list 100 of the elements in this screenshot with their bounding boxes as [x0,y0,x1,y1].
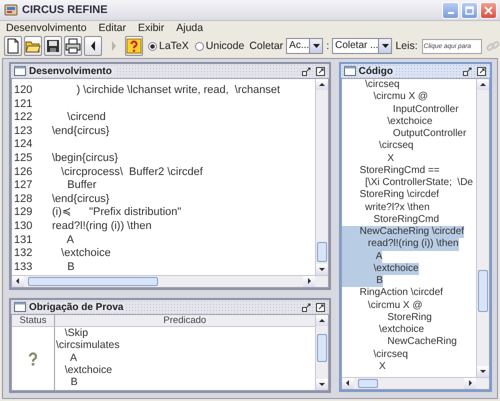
close-button[interactable] [480,2,497,18]
code-line: read?l!(ring (i)) \then [52,220,152,234]
line-number: 131 [13,234,34,248]
line-number: 128 [13,192,34,206]
dropdown[interactable]: Ac... [286,38,324,54]
maximize-icon [316,302,325,312]
code-line: \circmu X @ [366,300,423,312]
code-line: \circseq [364,79,400,92]
close-icon [484,6,493,14]
line-number: 132 [13,247,34,261]
code-line: A [66,234,74,248]
line-number: 125 [13,152,34,166]
code-line: InputController [392,104,459,116]
code-line: StoreRing \circdef [358,189,440,202]
code-line: \circprocess\ Buffer2 \circdef [60,166,203,180]
print-button[interactable] [64,36,82,56]
code-line: write?l?x \then [364,202,430,214]
line-number: 122 [13,111,34,125]
vertical-scrollbar[interactable] [314,315,328,390]
window-title: CIRCUS REFINE [22,4,109,16]
code-line: Buffer [66,179,96,193]
restore-button[interactable] [300,302,312,312]
help-button[interactable] [125,36,143,56]
panel-title: Código [358,66,396,76]
restore-icon [302,66,311,76]
maximize-icon [465,6,474,14]
save-button[interactable] [44,36,62,56]
code-line: StoreRingCmd [372,214,440,226]
line-number: 120 [13,84,34,98]
code-line: X [378,360,386,373]
code-line: \circseq [372,348,408,361]
vertical-scrollbar[interactable] [476,79,489,377]
vertical-scrollbar[interactable] [314,79,328,275]
code-line: StoreRingCmd == [358,164,440,177]
scrollbar-corner [476,377,489,389]
maximize-button[interactable] [314,302,326,312]
code-line: \extchoice [60,247,111,261]
panel-title: Obrigação de Prova [29,302,126,312]
line-number: 127 [13,179,34,193]
minimize-button[interactable] [442,2,459,18]
caret-icon [382,44,389,48]
restore-icon [302,302,311,312]
code-line: ) \circhide \lchanset write, read, \rchanset [75,84,280,98]
separator-label: : [326,40,330,52]
caret-icon [312,44,320,48]
radio-button[interactable]: Unicode [194,40,244,52]
menu-item[interactable]: Editar [98,22,126,34]
horizontal-scrollbar[interactable] [12,275,315,287]
line-number: 129 [13,206,34,220]
open-button[interactable] [24,36,42,56]
code-line: \end{circus} [52,192,110,206]
column-header[interactable]: Status [12,315,55,326]
restore-button[interactable] [300,66,312,76]
back-button[interactable] [84,36,102,56]
code-line: \begin{circus} [52,152,118,166]
panel-title: Desenvolvimento [29,66,115,76]
code-line: \extchoice [386,116,432,128]
maximize-button[interactable] [476,66,487,76]
printer-icon [65,38,81,54]
code-line: \circmu X @ [372,91,428,104]
window-icon [14,66,26,76]
laws-label: Leis: [395,40,418,52]
app-icon [4,3,18,17]
restore-button[interactable] [462,66,473,76]
new-file-button[interactable] [4,36,22,56]
dropdown[interactable]: Coletar ... [332,38,392,54]
code-line: RingAction \circdef [358,287,443,300]
question-mark-icon [28,352,38,366]
window-icon [14,302,26,312]
code-line: NewCacheRing [386,336,457,348]
menu-item[interactable]: Exibir [138,22,164,34]
line-number: 130 [13,220,34,234]
menu-item[interactable]: Desenvolvimento [6,22,87,34]
collect-label: Coletar [249,40,284,52]
line-number: 121 [13,98,34,112]
table-cell-text: \Skip \circsimulates A \extchoice B [55,327,121,390]
horizontal-scrollbar[interactable] [342,377,476,389]
document-icon [5,38,21,54]
line-number: 123 [13,124,34,138]
maximize-icon [477,66,486,76]
code-line: \circseq [378,140,414,152]
code-line: \circend [66,111,106,125]
scrollbar-corner [314,275,328,287]
code-line: (i)≼ "Prefix distribution" [52,206,182,220]
maximize-button[interactable] [314,66,326,76]
code-line: B [66,260,75,274]
line-number: 126 [13,166,34,180]
code-line: OutputController [392,128,466,140]
code-line: [\Xi ControllerState; \De [364,177,473,190]
radio-button[interactable]: LaTeX [148,40,189,52]
code-line: \end{circus} [52,124,110,138]
code-line: X [386,152,394,165]
restore-icon [463,66,472,76]
help-icon [126,38,142,54]
minimize-icon [448,12,454,14]
line-number: 133 [13,260,34,274]
column-header[interactable]: Predicado [55,315,315,326]
window-icon [344,66,356,76]
line-number: 124 [13,138,34,152]
menu-item[interactable]: Ajuda [176,22,204,34]
